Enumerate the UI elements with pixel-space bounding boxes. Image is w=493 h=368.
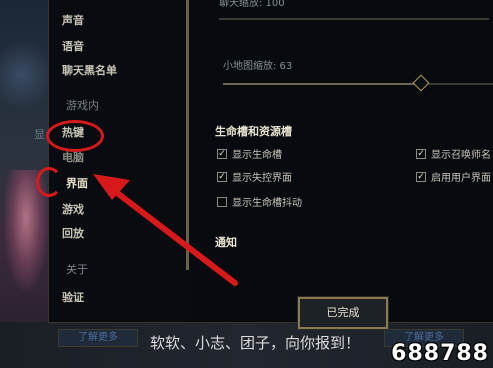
watermark-text: 688788 (391, 341, 489, 366)
annotation-arrow-icon (93, 174, 238, 286)
